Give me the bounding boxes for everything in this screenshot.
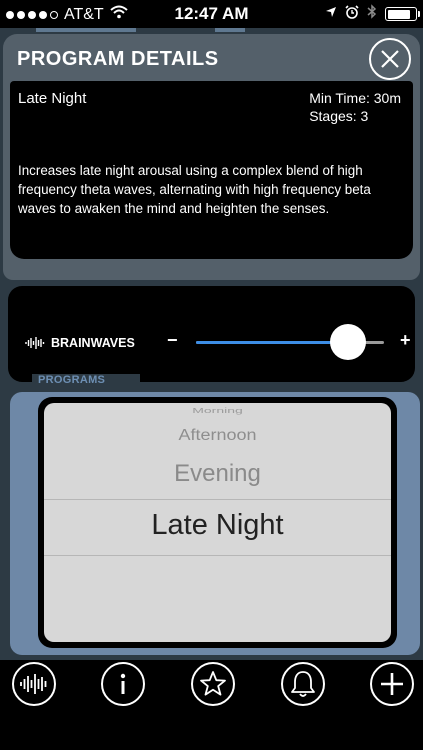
brainwave-icon (25, 337, 45, 349)
program-meta: Min Time: 30m Stages: 3 (309, 89, 401, 125)
modal-content: Late Night Min Time: 30m Stages: 3 Incre… (10, 81, 413, 259)
status-bar: AT&T 12:47 AM (0, 0, 423, 28)
top-tab-indicator-secondary (215, 28, 245, 32)
brainwaves-label: BRAINWAVES (51, 336, 135, 350)
brainwaves-slider[interactable] (196, 324, 384, 360)
picker-item-evening[interactable]: Evening (44, 460, 391, 488)
modal-title: PROGRAM DETAILS (17, 48, 219, 70)
program-picker[interactable]: Morning Afternoon Evening Late Night (44, 403, 391, 642)
picker-item-morning[interactable]: Morning (44, 405, 391, 416)
picker-item-afternoon[interactable]: Afternoon (44, 427, 391, 445)
top-tab-indicator (36, 28, 136, 32)
brainwaves-increase[interactable]: + (400, 330, 411, 351)
close-button[interactable] (369, 38, 411, 80)
plus-icon (381, 673, 403, 695)
brainwaves-nav-button[interactable] (12, 662, 56, 706)
add-nav-button[interactable] (370, 662, 414, 706)
brainwaves-decrease[interactable]: − (167, 330, 178, 351)
bell-icon (291, 671, 315, 697)
program-description: Increases late night arousal using a com… (18, 163, 371, 216)
selection-line-bottom (44, 555, 391, 556)
battery-icon (385, 7, 420, 21)
programs-label: PROGRAMS (38, 374, 106, 386)
program-details-modal: PROGRAM DETAILS Late Night Min Time: 30m… (3, 34, 420, 280)
brainwaves-label-group: BRAINWAVES (25, 336, 135, 350)
brainwave-icon (20, 674, 47, 694)
picker-item-late-night[interactable]: Late Night (44, 509, 391, 542)
info-nav-button[interactable] (101, 662, 145, 706)
close-icon (381, 50, 399, 68)
bluetooth-icon (367, 4, 377, 24)
program-name: Late Night (18, 90, 87, 107)
alarm-icon (345, 4, 359, 24)
selection-line-top (44, 499, 391, 500)
star-icon (200, 671, 226, 696)
alarm-nav-button[interactable] (281, 662, 325, 706)
slider-fill (196, 341, 349, 344)
slider-thumb[interactable] (330, 324, 367, 360)
min-time: Min Time: 30m (309, 90, 401, 106)
stages-count: Stages: 3 (309, 108, 369, 124)
favorites-nav-button[interactable] (191, 662, 235, 706)
location-icon (325, 5, 337, 23)
info-icon (120, 673, 126, 694)
